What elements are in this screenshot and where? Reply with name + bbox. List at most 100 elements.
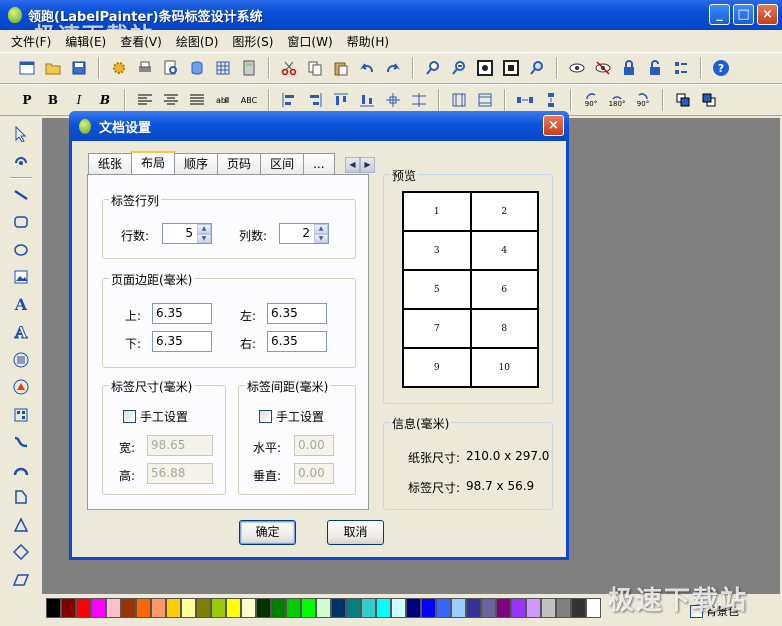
color-swatch[interactable] — [586, 598, 601, 618]
help-icon[interactable]: ? — [708, 56, 734, 80]
label-height-input[interactable]: 56.88 — [147, 463, 213, 484]
rows-value[interactable]: 5 — [163, 224, 197, 243]
barcode-tool-icon[interactable] — [8, 346, 34, 374]
zoom-page-icon[interactable] — [498, 56, 524, 80]
color-swatch[interactable] — [46, 598, 61, 618]
save-icon[interactable] — [66, 56, 92, 80]
rows-down-button[interactable]: ▼ — [197, 233, 211, 243]
color-swatch[interactable] — [286, 598, 301, 618]
menu-view[interactable]: 查看(V) — [113, 33, 169, 50]
color-swatch[interactable] — [136, 598, 151, 618]
color-swatch[interactable] — [361, 598, 376, 618]
color-swatch[interactable] — [106, 598, 121, 618]
ellipse-tool-icon[interactable] — [8, 236, 34, 264]
close-button[interactable]: × — [757, 4, 778, 25]
space-evenly-icon[interactable] — [512, 88, 538, 112]
triangle-tool-icon[interactable] — [8, 511, 34, 539]
tab-scroll-right-button[interactable]: ▶ — [360, 157, 375, 173]
align-justify-icon[interactable] — [184, 88, 210, 112]
redo-icon[interactable] — [380, 56, 406, 80]
color-swatch[interactable] — [241, 598, 256, 618]
tab-scroll-left-button[interactable]: ◀ — [345, 157, 360, 173]
rows-up-button[interactable]: ▲ — [197, 224, 211, 234]
text-case-button[interactable]: ABC — [236, 88, 262, 112]
maximize-button[interactable]: □ — [733, 4, 754, 25]
color-swatch[interactable] — [421, 598, 436, 618]
space-vertical-icon[interactable] — [538, 88, 564, 112]
color-swatch[interactable] — [406, 598, 421, 618]
color-swatch[interactable] — [436, 598, 451, 618]
menu-help[interactable]: 帮助(H) — [340, 33, 396, 50]
calculator-icon[interactable] — [236, 56, 262, 80]
margin-right-input[interactable]: 6.35 — [267, 331, 327, 352]
cols-down-button[interactable]: ▼ — [314, 233, 328, 243]
print-preview-icon[interactable] — [158, 56, 184, 80]
color-swatch[interactable] — [121, 598, 136, 618]
rotate-90-button[interactable]: 90° — [578, 88, 604, 112]
align-objects-right-icon[interactable] — [302, 88, 328, 112]
database-icon[interactable] — [184, 56, 210, 80]
cancel-button[interactable]: 取消 — [327, 520, 384, 545]
margin-left-input[interactable]: 6.35 — [267, 303, 327, 324]
new-icon[interactable] — [14, 56, 40, 80]
tab-layout[interactable]: 布局 — [131, 151, 176, 174]
align-center-icon[interactable] — [158, 88, 184, 112]
spacing-horizontal-input[interactable]: 0.00 — [294, 435, 334, 456]
align-objects-bottom-icon[interactable] — [354, 88, 380, 112]
select-pointer-icon[interactable] — [8, 120, 34, 148]
margin-bottom-input[interactable]: 6.35 — [152, 331, 212, 352]
color-swatch[interactable] — [256, 598, 271, 618]
label-width-input[interactable]: 98.65 — [147, 435, 213, 456]
spacing-vertical-input[interactable]: 0.00 — [294, 463, 334, 484]
menu-draw[interactable]: 绘图(D) — [169, 33, 226, 50]
tab-paper[interactable]: 纸张 — [88, 153, 133, 174]
color-swatch[interactable] — [181, 598, 196, 618]
menu-shape[interactable]: 图形(S) — [225, 33, 280, 50]
font-p-button[interactable]: P — [14, 88, 40, 112]
label-size-manual-checkbox[interactable]: 手工设置 — [123, 408, 188, 425]
rotate-180-button[interactable]: 180° — [604, 88, 630, 112]
grid-icon[interactable] — [210, 56, 236, 80]
color-swatch[interactable] — [556, 598, 571, 618]
rotate-tool-icon[interactable] — [8, 148, 34, 176]
zoom-out-icon[interactable] — [446, 56, 472, 80]
color-swatch[interactable] — [166, 598, 181, 618]
rotate-270-button[interactable]: 90° — [630, 88, 656, 112]
copy-icon[interactable] — [302, 56, 328, 80]
rounded-rect-tool-icon[interactable] — [8, 209, 34, 237]
diamond-tool-icon[interactable] — [8, 539, 34, 567]
zoom-icon[interactable] — [524, 56, 550, 80]
dialog-close-button[interactable]: × — [543, 115, 564, 136]
bold-button[interactable]: B — [40, 88, 66, 112]
settings-gear-icon[interactable] — [106, 56, 132, 80]
color-swatch[interactable] — [76, 598, 91, 618]
color-swatch[interactable] — [301, 598, 316, 618]
bring-front-icon[interactable] — [670, 88, 696, 112]
parallelogram-tool-icon[interactable] — [8, 566, 34, 594]
arc-tool-icon[interactable] — [8, 456, 34, 484]
zoom-fit-icon[interactable] — [472, 56, 498, 80]
color-swatch[interactable] — [481, 598, 496, 618]
send-back-icon[interactable] — [696, 88, 722, 112]
ok-button[interactable]: 确定 — [239, 520, 296, 545]
lock-icon[interactable] — [616, 56, 642, 80]
same-height-icon[interactable] — [472, 88, 498, 112]
margin-top-input[interactable]: 6.35 — [152, 303, 212, 324]
menu-file[interactable]: 文件(F) — [4, 33, 58, 50]
color-swatch[interactable] — [391, 598, 406, 618]
text-outline-tool-icon[interactable]: A — [8, 319, 34, 347]
tab-more[interactable]: ... — [303, 153, 335, 174]
color-swatch[interactable] — [151, 598, 166, 618]
color-swatch[interactable] — [331, 598, 346, 618]
cut-icon[interactable] — [276, 56, 302, 80]
properties-list-icon[interactable] — [668, 56, 694, 80]
paste-icon[interactable] — [328, 56, 354, 80]
color-swatch[interactable] — [496, 598, 511, 618]
tab-order[interactable]: 顺序 — [174, 153, 219, 174]
distribute-icon[interactable] — [406, 88, 432, 112]
label-spacing-manual-checkbox[interactable]: 手工设置 — [259, 408, 324, 425]
color-swatch[interactable] — [196, 598, 211, 618]
qrcode-tool-icon[interactable] — [8, 401, 34, 429]
color-swatch[interactable] — [271, 598, 286, 618]
polyline-tool-icon[interactable] — [8, 484, 34, 512]
